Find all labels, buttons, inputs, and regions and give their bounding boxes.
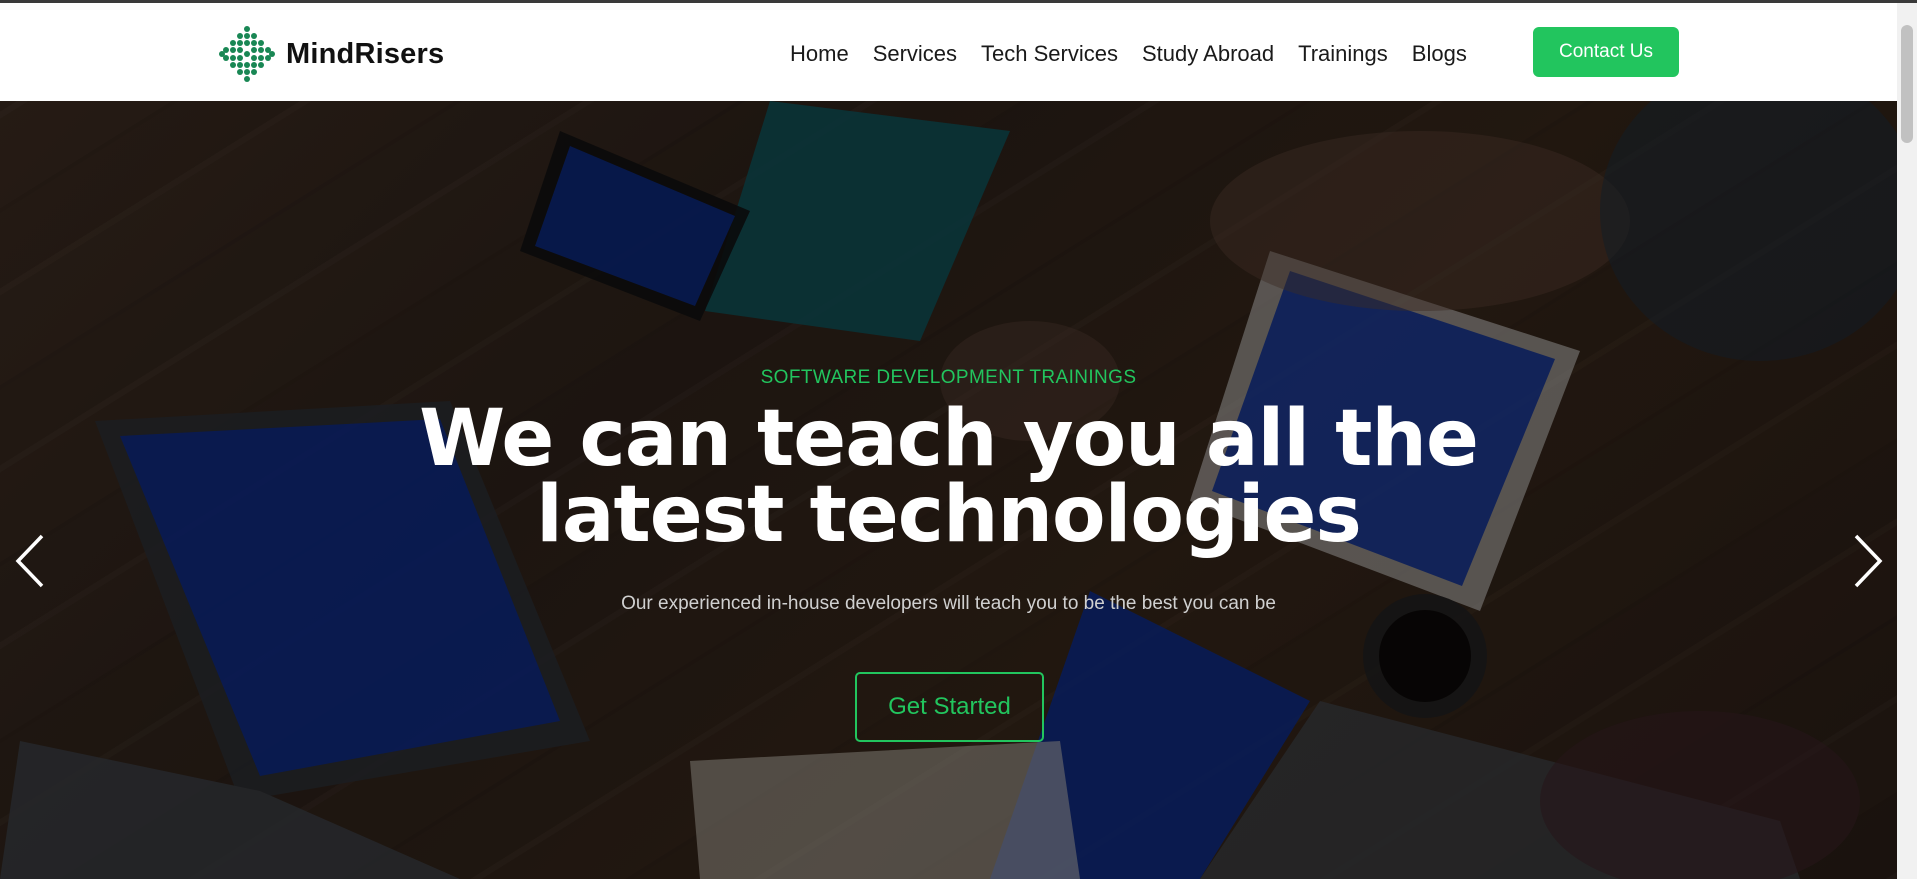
hero-carousel: SOFTWARE DEVELOPMENT TRAININGS We can te…: [0, 101, 1897, 879]
brand-name: MindRisers: [286, 37, 445, 70]
carousel-prev-button[interactable]: [10, 531, 50, 591]
nav-item-services[interactable]: Services: [873, 41, 957, 67]
nav-item-blogs[interactable]: Blogs: [1412, 41, 1467, 67]
contact-us-button[interactable]: Contact Us: [1533, 27, 1679, 77]
hero-content: SOFTWARE DEVELOPMENT TRAININGS We can te…: [0, 101, 1897, 879]
page-scrollbar[interactable]: [1897, 3, 1917, 879]
nav-item-study-abroad[interactable]: Study Abroad: [1142, 41, 1274, 67]
hero-headline-line2: latest technologies: [536, 470, 1362, 560]
hero-eyebrow: SOFTWARE DEVELOPMENT TRAININGS: [760, 367, 1137, 388]
brand-logo[interactable]: MindRisers: [218, 25, 444, 83]
main-nav: Home Services Tech Services Study Abroad…: [790, 41, 1491, 67]
dots-diamond-icon: [219, 26, 275, 82]
chevron-left-icon: [15, 534, 44, 588]
nav-item-trainings[interactable]: Trainings: [1298, 41, 1388, 67]
site-header: MindRisers Home Services Tech Services S…: [0, 3, 1897, 101]
nav-item-tech-services[interactable]: Tech Services: [981, 41, 1118, 67]
hero-headline: We can teach you all the latest technolo…: [0, 400, 1897, 554]
nav-item-home[interactable]: Home: [790, 41, 849, 67]
page: MindRisers Home Services Tech Services S…: [0, 3, 1897, 879]
chevron-right-icon: [1854, 534, 1883, 588]
get-started-button[interactable]: Get Started: [855, 672, 1044, 742]
hero-subline: Our experienced in-house developers will…: [621, 593, 1276, 614]
carousel-next-button[interactable]: [1848, 531, 1888, 591]
scrollbar-thumb[interactable]: [1901, 25, 1913, 143]
